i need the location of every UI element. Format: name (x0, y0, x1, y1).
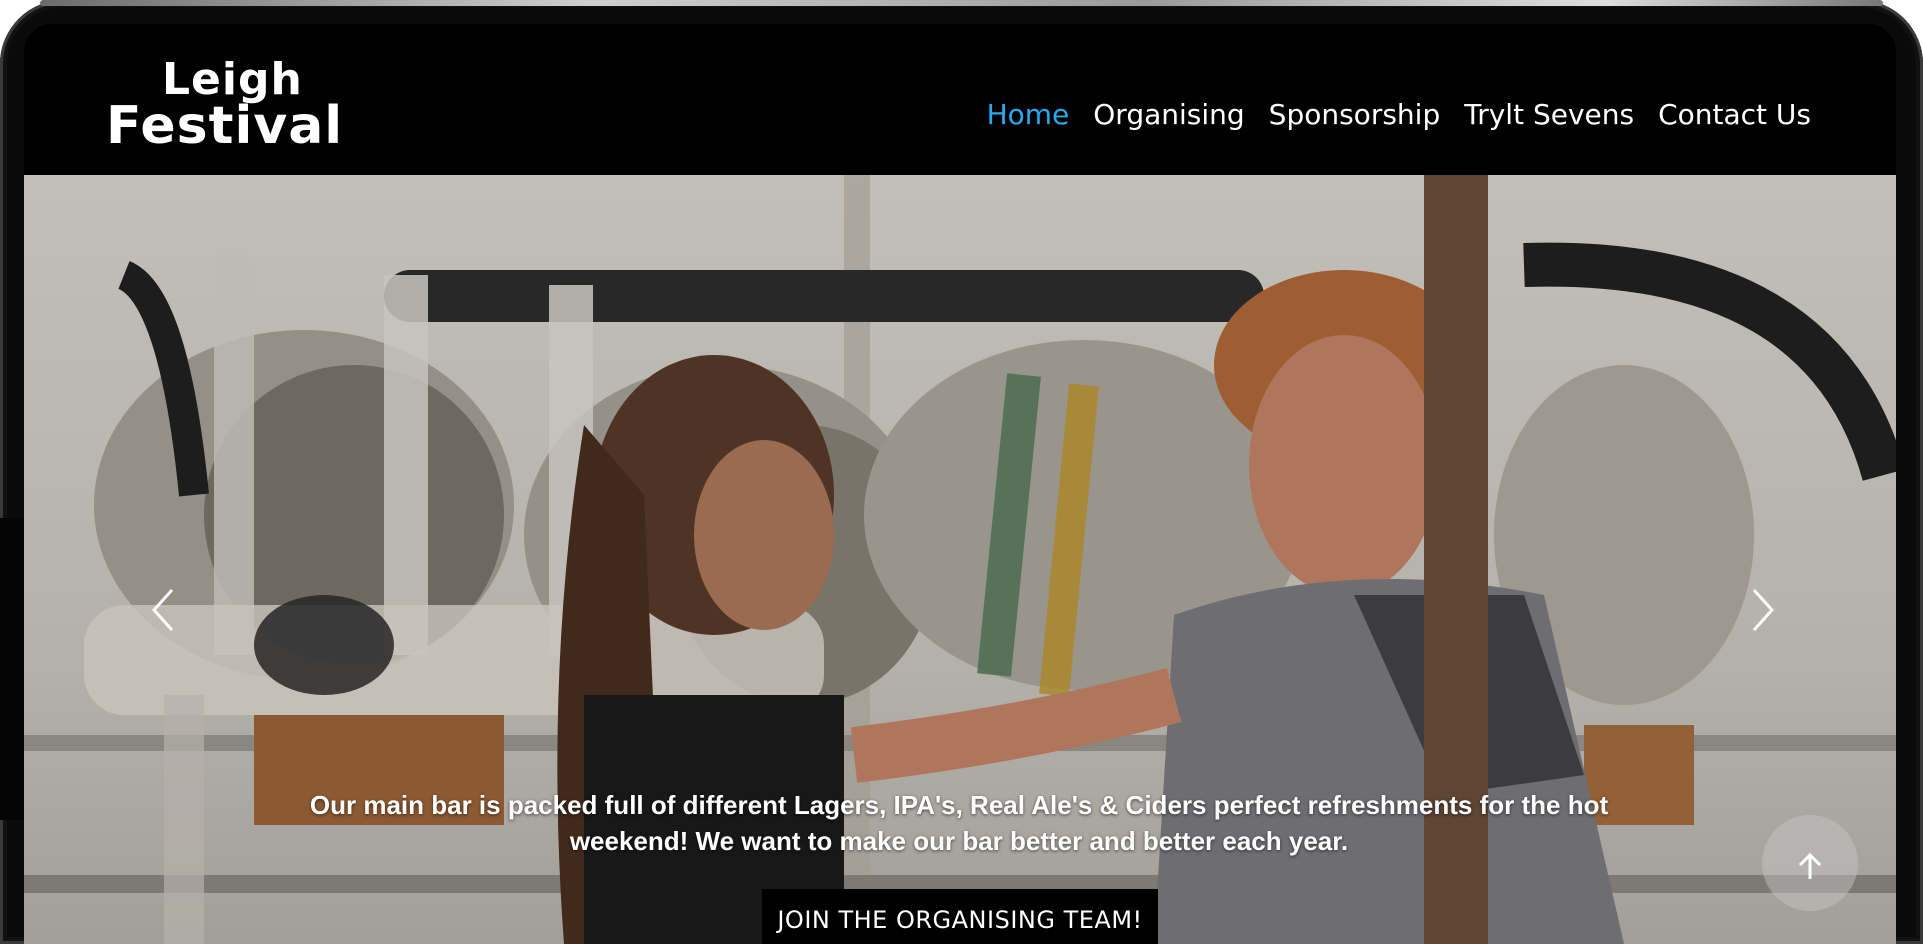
frame-glare (40, 0, 1883, 6)
slider-prev-button[interactable] (144, 580, 184, 640)
arrow-up-icon (1798, 852, 1822, 879)
site-header: Leigh Festival Home Organising Sponsorsh… (24, 24, 1896, 175)
slider-next-button[interactable] (1742, 580, 1782, 640)
hero-slider: Our main bar is packed full of different… (24, 175, 1896, 944)
slide-caption: Our main bar is packed full of different… (309, 790, 1609, 856)
nav-item-sponsorship[interactable]: Sponsorship (1269, 98, 1441, 131)
join-organising-team-button[interactable]: JOIN THE ORGANISING TEAM! (762, 889, 1158, 944)
back-to-top-button[interactable] (1762, 815, 1858, 911)
main-nav: Home Organising Sponsorship Trylt Sevens… (987, 98, 1811, 131)
nav-item-trylt-sevens[interactable]: Trylt Sevens (1464, 98, 1634, 131)
logo-line-2: Festival (106, 96, 344, 156)
tablet-frame: Leigh Festival Home Organising Sponsorsh… (0, 0, 1923, 944)
nav-item-organising[interactable]: Organising (1093, 98, 1244, 131)
nav-item-home[interactable]: Home (987, 98, 1070, 131)
site-logo[interactable]: Leigh Festival (106, 58, 342, 153)
chevron-right-icon (1752, 588, 1775, 632)
chevron-left-icon (151, 588, 174, 632)
nav-item-contact-us[interactable]: Contact Us (1658, 98, 1811, 131)
browser-viewport: Leigh Festival Home Organising Sponsorsh… (24, 24, 1896, 944)
